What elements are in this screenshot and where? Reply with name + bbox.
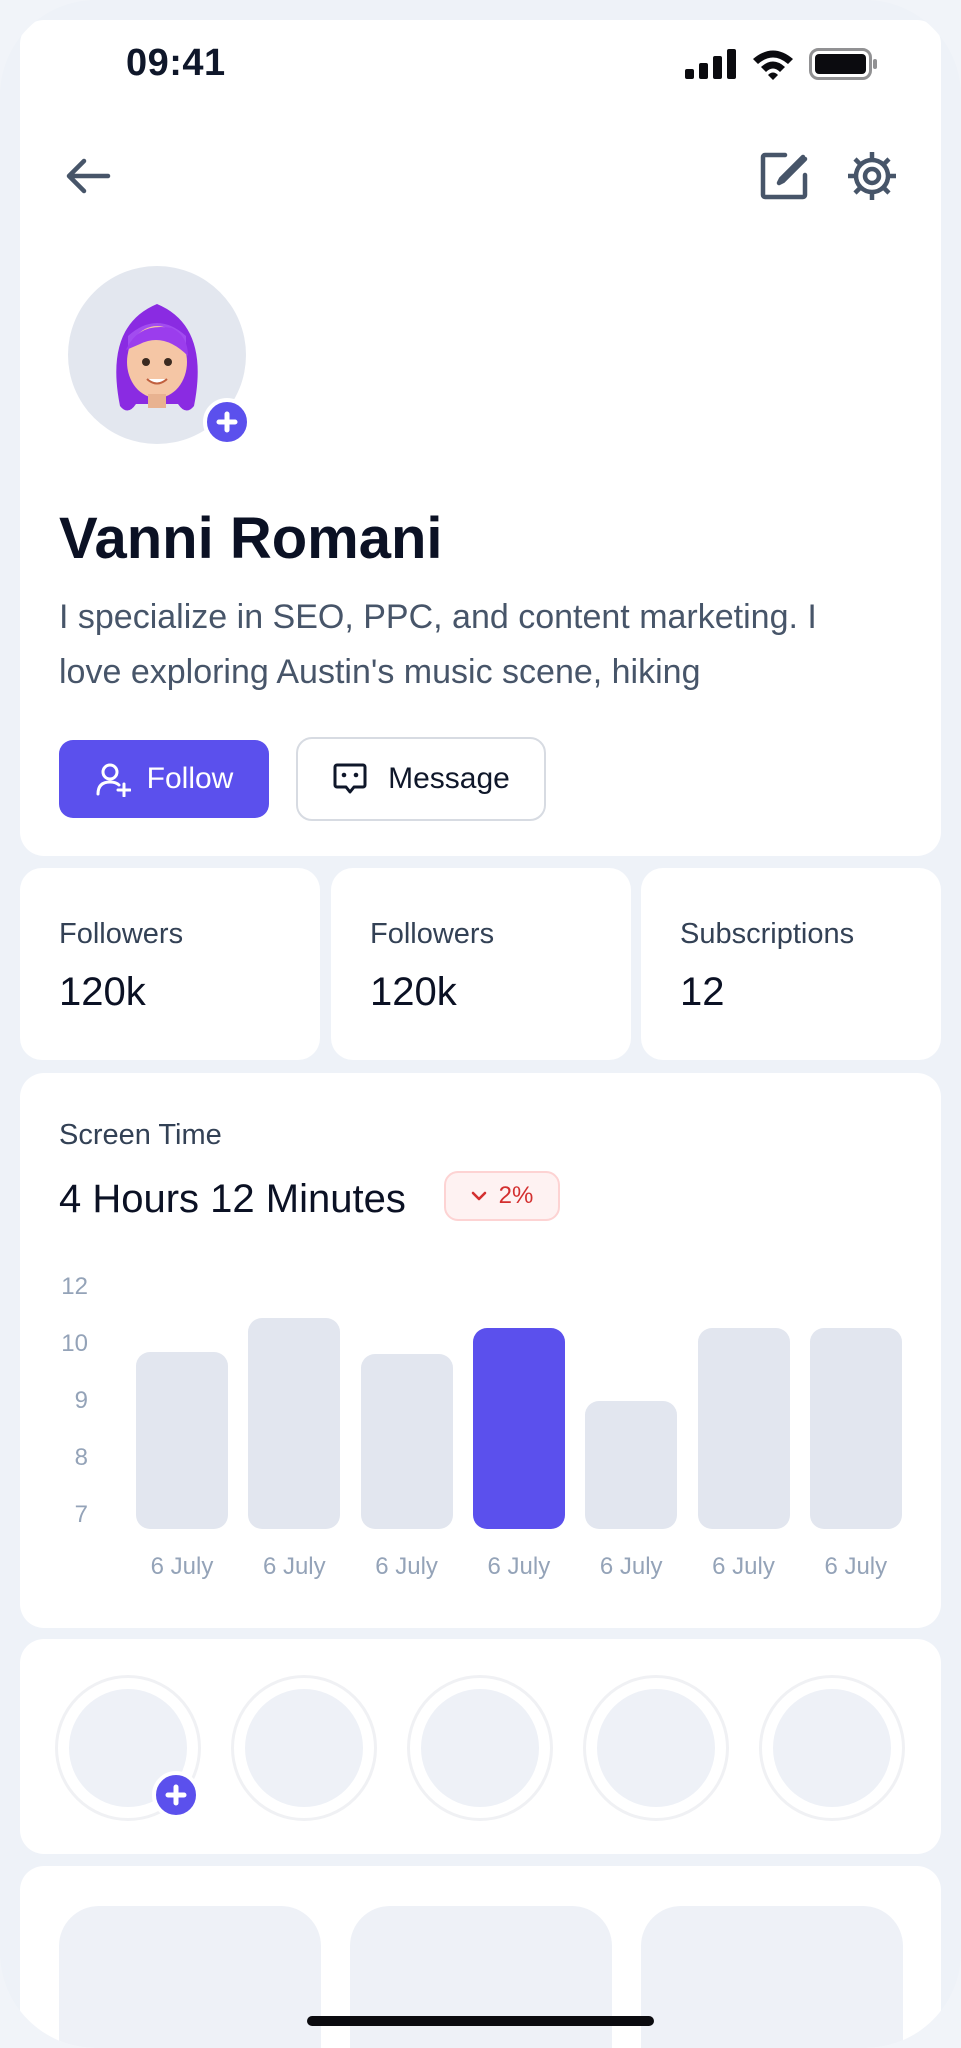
settings-icon <box>848 152 896 200</box>
x-tick-label: 6 July <box>599 1553 663 1580</box>
chart-bar[interactable] <box>136 1352 228 1529</box>
chart-bar[interactable] <box>248 1317 341 1529</box>
chart-bar[interactable] <box>809 1327 902 1529</box>
stat-label: Followers <box>370 918 495 950</box>
chart-bar[interactable] <box>585 1401 678 1529</box>
y-tick-label: 10 <box>61 1330 88 1357</box>
stat-label: Followers <box>59 918 184 950</box>
screen-time-card: Screen Time 4 Hours 12 Minutes 2% 12 10 9 8… <box>20 1073 941 1628</box>
x-tick-label: 6 July <box>487 1553 551 1580</box>
battery-icon <box>809 48 877 80</box>
add-avatar-button[interactable] <box>203 398 251 446</box>
stat-card-subscriptions: Subscriptions 12 <box>641 868 941 1060</box>
profile-bio-line: I specialize in SEO, PPC, and content ma… <box>59 598 817 636</box>
y-tick-label: 9 <box>74 1387 88 1414</box>
follow-label: Follow <box>146 762 234 795</box>
plus-icon <box>216 411 238 433</box>
plus-icon <box>165 1784 187 1806</box>
story-item[interactable] <box>759 1675 905 1821</box>
follow-button[interactable]: Follow <box>59 740 269 818</box>
profile-name: Vanni Romani <box>59 506 443 571</box>
back-arrow-icon <box>66 158 111 194</box>
x-tick-label: 6 July <box>375 1553 438 1580</box>
story-item[interactable] <box>407 1675 553 1821</box>
chart-bar[interactable] <box>360 1354 453 1529</box>
wifi-icon <box>753 50 793 80</box>
status-time: 09:41 <box>126 42 226 84</box>
stat-label: Subscriptions <box>680 918 855 950</box>
stat-value: 12 <box>680 970 725 1014</box>
chart-bar[interactable] <box>697 1327 790 1529</box>
y-tick-label: 12 <box>61 1273 88 1300</box>
story-thumb <box>245 1689 363 1807</box>
story-item[interactable] <box>231 1675 377 1821</box>
story-thumb <box>421 1689 539 1807</box>
y-tick-label: 7 <box>74 1501 88 1528</box>
add-user-icon <box>96 763 131 797</box>
edit-icon <box>760 152 808 200</box>
story-item[interactable] <box>583 1675 729 1821</box>
stat-card-followers: Followers 120k <box>20 868 320 1060</box>
story-thumb <box>773 1689 891 1807</box>
profile-bio: I specialize in SEO, PPC, and content ma… <box>59 590 899 700</box>
message-button[interactable]: Message <box>296 737 546 821</box>
stat-value: 120k <box>59 970 146 1014</box>
message-label: Message <box>388 762 510 795</box>
status-icons <box>685 48 879 80</box>
back-button[interactable] <box>58 146 118 206</box>
media-tile[interactable] <box>59 1906 321 2048</box>
x-tick-label: 6 July <box>262 1553 326 1580</box>
stat-value: 120k <box>370 970 457 1014</box>
edit-button[interactable] <box>754 146 814 206</box>
chat-icon <box>333 763 367 794</box>
media-tile[interactable] <box>350 1906 612 2048</box>
x-tick-label: 6 July <box>824 1553 888 1580</box>
chart-bar-active[interactable] <box>472 1327 565 1529</box>
add-story-button[interactable] <box>152 1771 200 1819</box>
phone-screen: 09:41 Vanni Romani I specialize in SEO, … <box>0 0 961 2048</box>
x-tick-label: 6 July <box>712 1553 775 1580</box>
y-tick-label: 8 <box>74 1444 88 1471</box>
signal-icon <box>685 49 736 79</box>
settings-button[interactable] <box>842 146 902 206</box>
screen-time-chart: 12 10 9 8 7 6 July 6 July 6 July 6 July 6 July 6 J… <box>20 1073 941 1628</box>
story-thumb <box>597 1689 715 1807</box>
x-tick-label: 6 July <box>150 1553 214 1580</box>
profile-bio-line: love exploring Austin's music scene, hik… <box>59 653 701 691</box>
home-indicator[interactable] <box>307 2016 654 2026</box>
media-tile[interactable] <box>641 1906 903 2048</box>
stat-card-followers: Followers 120k <box>331 868 631 1060</box>
